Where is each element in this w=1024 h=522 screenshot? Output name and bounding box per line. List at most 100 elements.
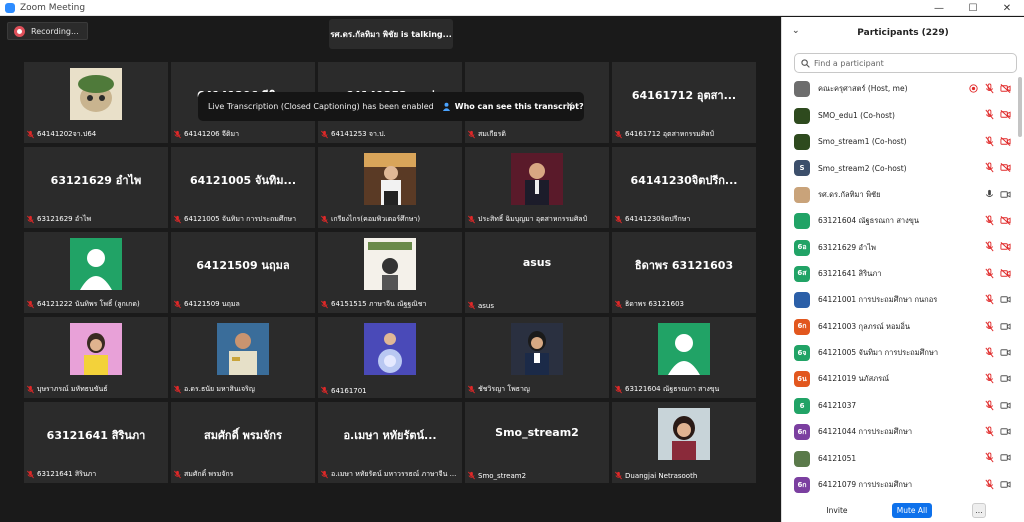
video-off-icon[interactable] (1000, 136, 1011, 147)
tile-participant-name: 64141202จา.ป64 (37, 130, 97, 138)
mic-muted-icon[interactable] (984, 136, 995, 147)
video-tile[interactable]: Duangjai Netrasooth (612, 402, 756, 483)
maximize-icon[interactable]: ☐ (956, 0, 990, 16)
video-on-icon[interactable] (1000, 479, 1011, 490)
participant-row[interactable]: 6จ 64121005 จันทิมา การประถมศึกษา (782, 340, 1015, 366)
invite-button[interactable]: Invite (822, 502, 852, 518)
mic-muted-icon[interactable] (984, 320, 995, 332)
video-on-icon[interactable] (1000, 400, 1011, 411)
participant-row[interactable]: 6ก 64121044 การประถมศึกษา (782, 419, 1015, 445)
participant-row[interactable]: 6น 64121019 นภัสภรณ์ (782, 366, 1015, 392)
participant-row[interactable]: S Smo_stream2 (Co-host) (782, 155, 1015, 181)
video-tile[interactable]: asus asus (465, 232, 609, 313)
tile-name-label: สมเกียรติ (467, 129, 605, 140)
participant-row[interactable]: 6ก 64121003 กุลภรณ์ หอมอิ่น (782, 314, 1015, 340)
mic-muted-icon[interactable] (984, 373, 995, 384)
participant-row[interactable]: รศ.ดร.กัลทิมา พิชัย (782, 182, 1015, 208)
video-off-icon[interactable] (1000, 83, 1011, 94)
video-on-icon[interactable] (1000, 294, 1011, 305)
video-off-icon[interactable] (1000, 162, 1011, 173)
participant-row[interactable]: Smo_stream1 (Co-host) (782, 129, 1015, 155)
video-tile[interactable]: 64161701 (318, 317, 462, 398)
tile-display-name: 64141230จิตปรีก... (630, 174, 738, 187)
mic-muted-icon[interactable] (984, 241, 995, 252)
participant-row[interactable]: 6อ 63121629 อำไพ (782, 234, 1015, 260)
video-tile[interactable]: ธิดาพร 63121603 ธิดาพร 63121603 (612, 232, 756, 313)
video-tile[interactable]: ชัชวิรญา โพธาญ (465, 317, 609, 398)
meeting-area: Recording... รศ.ดร.กัลทิมา พิชัย is talk… (0, 17, 781, 522)
mute-all-button[interactable]: Mute All (892, 502, 932, 518)
video-tile[interactable]: เกรียงไกร(คอมพิวเตอร์ศึกษา) (318, 147, 462, 228)
mic-muted-icon[interactable] (984, 426, 995, 437)
video-on-icon[interactable] (1000, 321, 1011, 332)
video-off-icon[interactable] (1000, 268, 1011, 279)
participant-video (217, 323, 269, 375)
mic-muted-icon[interactable] (984, 347, 995, 358)
participants-scrollbar[interactable] (1018, 77, 1022, 137)
participant-row[interactable]: 64121001 การประถมศึกษา กนกอร (782, 287, 1015, 313)
video-off-icon[interactable] (1000, 109, 1011, 120)
mic-muted-icon[interactable] (984, 268, 995, 279)
video-tile[interactable]: 64121222 นันทิพร โพธิ์ (ลูกเกด) (24, 232, 168, 313)
video-on-icon[interactable] (1000, 347, 1011, 358)
more-button[interactable]: ... (972, 502, 986, 518)
tile-participant-name: 64121509 นฤมล (184, 300, 240, 308)
participant-row[interactable]: 64121051 (782, 445, 1015, 471)
participant-row[interactable]: 63121604 ณัฐธรณกา สางขุน (782, 208, 1015, 234)
mic-muted-icon[interactable] (984, 294, 995, 305)
who-can-see-link[interactable]: Who can see this transcript? (442, 102, 584, 111)
mic-muted-icon[interactable] (984, 215, 995, 226)
mic-icon[interactable] (984, 189, 995, 200)
video-tile[interactable]: อ.ดร.ธนัย มหาสินเจริญ (171, 317, 315, 398)
close-window-icon[interactable]: ✕ (990, 0, 1024, 16)
video-tile[interactable]: ประสิทธิ์ ฉิมบุญมา อุตสาหกรรมศิลป์ (465, 147, 609, 228)
tile-participant-name: อ.ดร.ธนัย มหาสินเจริญ (184, 385, 255, 393)
participant-status-icons (984, 189, 1011, 200)
tile-name-label: ธิดาพร 63121603 (614, 299, 752, 310)
participant-row[interactable]: SMO_edu1 (Co-host) (782, 102, 1015, 128)
video-tile[interactable]: 64121509 นฤมล 64121509 นฤมล (171, 232, 315, 313)
close-transcript-button[interactable]: × (566, 100, 574, 111)
video-on-icon[interactable] (1000, 452, 1011, 463)
mic-muted-icon[interactable] (984, 109, 995, 120)
tile-participant-name: 63121604 ณัฐธรณกา สางขุน (625, 385, 720, 393)
video-off-icon[interactable] (1000, 215, 1011, 226)
video-tile[interactable]: 64141230จิตปรีก... 64141230จิตปรีกษา (612, 147, 756, 228)
video-tile[interactable]: 63121629 อำไพ 63121629 อำไพ (24, 147, 168, 228)
tile-name-label: 64161701 (320, 386, 458, 395)
video-tile[interactable]: บุษราภรณ์ มหัทธนขันธ์ (24, 317, 168, 398)
video-tile[interactable]: 64121005 จันทิม... 64121005 จันทิมา การปร… (171, 147, 315, 228)
recording-indicator[interactable]: Recording... (7, 22, 88, 40)
participant-row[interactable]: 6ก 64121079 การประถมศึกษา (782, 472, 1015, 498)
video-on-icon[interactable] (1000, 426, 1011, 437)
video-tile[interactable]: Smo_stream2 Smo_stream2 (465, 402, 609, 483)
tile-display-name: asus (522, 256, 552, 269)
participant-status-icons (984, 373, 1011, 384)
search-input[interactable] (814, 58, 1004, 68)
participants-footer: Invite Mute All ... (782, 499, 1024, 521)
participant-row[interactable]: คณะครุศาสตร์ (Host, me) (782, 76, 1015, 102)
mic-muted-icon[interactable] (984, 400, 995, 411)
mic-muted-icon[interactable] (984, 162, 995, 173)
mic-muted-icon[interactable] (984, 83, 995, 94)
video-tile[interactable]: สมศักดิ์ พรมจักร สมศักดิ์ พรมจักร (171, 402, 315, 483)
mic-muted-icon[interactable] (984, 452, 995, 463)
chevron-down-icon[interactable]: ⌄ (792, 26, 800, 36)
video-tile[interactable]: 64141202จา.ป64 (24, 62, 168, 143)
video-off-icon[interactable] (1000, 241, 1011, 252)
participant-row[interactable]: 6ส 63121641 สิรินภา (782, 261, 1015, 287)
video-on-icon[interactable] (1000, 189, 1011, 200)
mic-muted-icon (468, 385, 475, 394)
participant-search[interactable] (794, 53, 1017, 73)
participant-avatar: 6ก (794, 318, 810, 335)
mic-muted-icon[interactable] (984, 479, 995, 490)
minimize-icon[interactable]: — (922, 0, 956, 16)
video-tile[interactable]: อ.เมษา หทัยรัตน์... อ.เมษา หทัยรัตน์ มหาว… (318, 402, 462, 483)
video-tile[interactable]: 64161712 อุตสา... 64161712 อุตสาหกรรมศิลป… (612, 62, 756, 143)
video-tile[interactable]: 63121641 สิรินภา 63121641 สิรินภา (24, 402, 168, 483)
participant-name: Smo_stream1 (Co-host) (818, 137, 907, 147)
participant-row[interactable]: 6 64121037 (782, 393, 1015, 419)
video-on-icon[interactable] (1000, 373, 1011, 384)
video-tile[interactable]: 64151515 ภาษาจีน ณัฐฐณิชา (318, 232, 462, 313)
video-tile[interactable]: 63121604 ณัฐธรณกา สางขุน (612, 317, 756, 398)
